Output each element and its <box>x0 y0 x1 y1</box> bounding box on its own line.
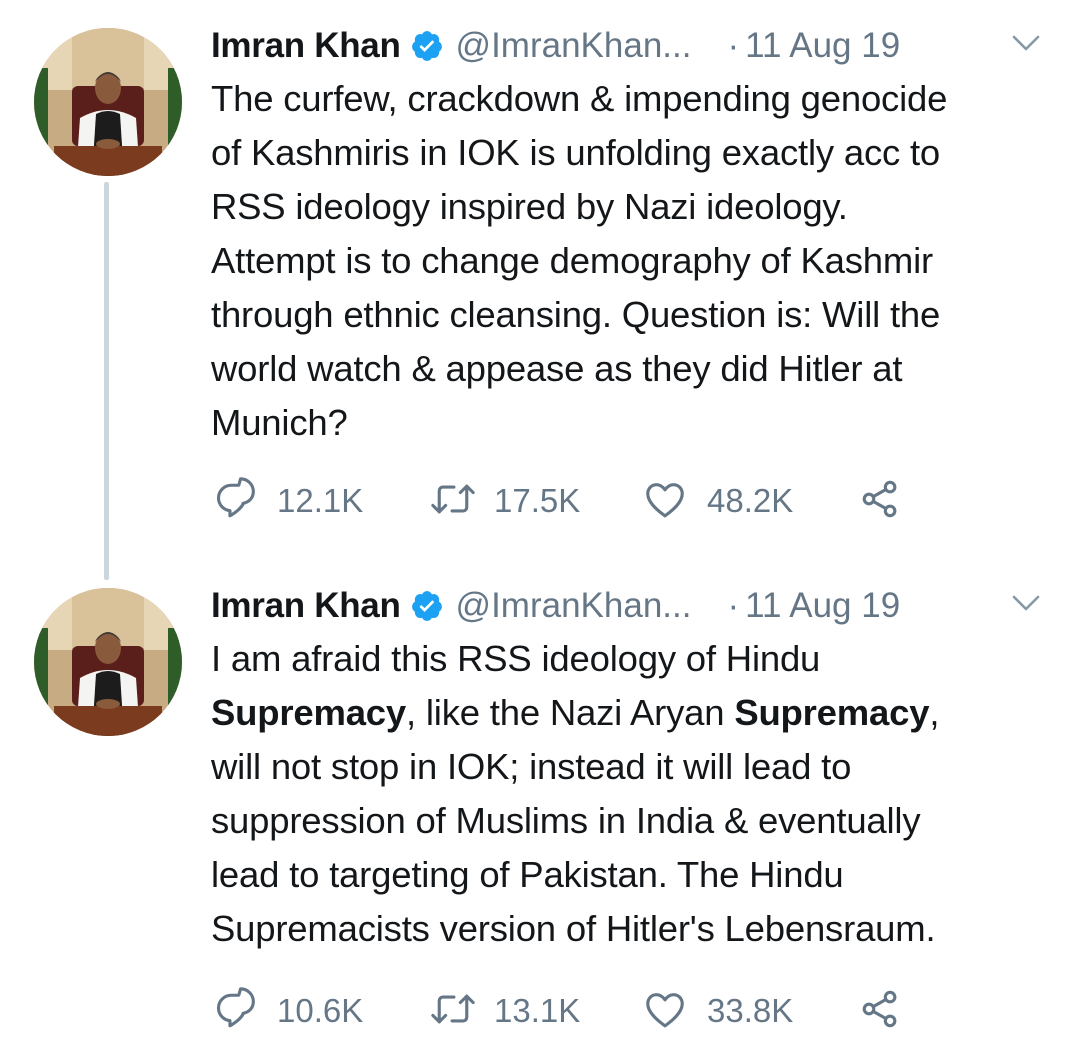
like-button[interactable]: 48.2K <box>643 477 858 526</box>
chevron-down-icon[interactable] <box>1011 592 1041 616</box>
tweet-text-line: Supremacists version of Hitler's Lebensr… <box>211 908 936 949</box>
retweet-button[interactable]: 13.1K <box>428 987 643 1036</box>
tweet-text-segment: , like the Nazi Aryan <box>406 692 735 733</box>
tweet-text-line: will not stop in IOK; instead it will le… <box>211 746 852 787</box>
tweet-text-line: Munich? <box>211 402 348 443</box>
reply-button[interactable]: 12.1K <box>213 476 428 526</box>
share-button[interactable] <box>858 477 902 526</box>
share-icon <box>858 987 902 1036</box>
verified-badge-icon <box>410 589 444 623</box>
tweet-text-segment: , <box>929 692 940 733</box>
reply-icon <box>213 986 257 1036</box>
author-name[interactable]: Imran Khan <box>211 586 401 626</box>
bold-highlight: Supremacy <box>734 692 930 733</box>
tweet-text-line: of Kashmiris in IOK is unfolding exactly… <box>211 132 941 173</box>
like-count: 33.8K <box>707 992 794 1029</box>
chevron-down-icon[interactable] <box>1011 32 1041 56</box>
tweet-text-line: world watch & appease as they did Hitler… <box>211 348 903 389</box>
retweet-icon <box>428 987 478 1036</box>
reply-count: 10.6K <box>277 992 364 1029</box>
tweet-text-line: suppression of Muslims in India & eventu… <box>211 800 921 841</box>
tweet-date[interactable]: 11 Aug 19 <box>745 26 900 66</box>
tweet-actions: 10.6K 13.1K 33.8K <box>213 986 902 1036</box>
retweet-button[interactable]: 17.5K <box>428 477 643 526</box>
tweet-text-line: The curfew, crackdown & impending genoci… <box>211 78 948 119</box>
bold-highlight: Supremacy <box>211 692 406 733</box>
tweet-text-line: Supremacy, like the Nazi Aryan Supremacy… <box>211 686 1061 740</box>
avatar[interactable] <box>34 28 182 176</box>
retweet-icon <box>428 477 478 526</box>
tweet-text: The curfew, crackdown & impending genoci… <box>211 72 1061 450</box>
separator-dot: · <box>727 586 740 625</box>
tweet-text: I am afraid this RSS ideology of Hindu S… <box>211 632 1061 956</box>
retweet-count: 17.5K <box>494 482 581 519</box>
tweet-text-line: Attempt is to change demography of Kashm… <box>211 240 933 281</box>
reply-count: 12.1K <box>277 482 364 519</box>
like-icon <box>643 477 687 526</box>
author-handle[interactable]: @ImranKhan... <box>456 586 692 626</box>
reply-button[interactable]: 10.6K <box>213 986 428 1036</box>
share-icon <box>858 477 902 526</box>
tweet-header: Imran Khan @ImranKhan... · 11 Aug 19 <box>211 580 1051 632</box>
like-icon <box>643 987 687 1036</box>
tweet-date[interactable]: 11 Aug 19 <box>745 586 900 626</box>
retweet-count: 13.1K <box>494 992 581 1029</box>
separator-dot: · <box>727 26 740 65</box>
tweet-text-line: RSS ideology inspired by Nazi ideology. <box>211 186 848 227</box>
reply-icon <box>213 476 257 526</box>
thread-connector-line <box>104 182 109 580</box>
tweet-header: Imran Khan @ImranKhan... · 11 Aug 19 <box>211 20 1051 72</box>
author-handle[interactable]: @ImranKhan... <box>456 26 692 66</box>
tweet-text-line: through ethnic cleansing. Question is: W… <box>211 294 941 335</box>
author-name[interactable]: Imran Khan <box>211 26 401 66</box>
tweet-text-line: I am afraid this RSS ideology of Hindu <box>211 638 821 679</box>
tweet-text-line: lead to targeting of Pakistan. The Hindu <box>211 854 844 895</box>
share-button[interactable] <box>858 987 902 1036</box>
like-button[interactable]: 33.8K <box>643 987 858 1036</box>
verified-badge-icon <box>410 29 444 63</box>
avatar[interactable] <box>34 588 182 736</box>
like-count: 48.2K <box>707 482 794 519</box>
tweet-actions: 12.1K 17.5K 48.2K <box>213 476 902 526</box>
